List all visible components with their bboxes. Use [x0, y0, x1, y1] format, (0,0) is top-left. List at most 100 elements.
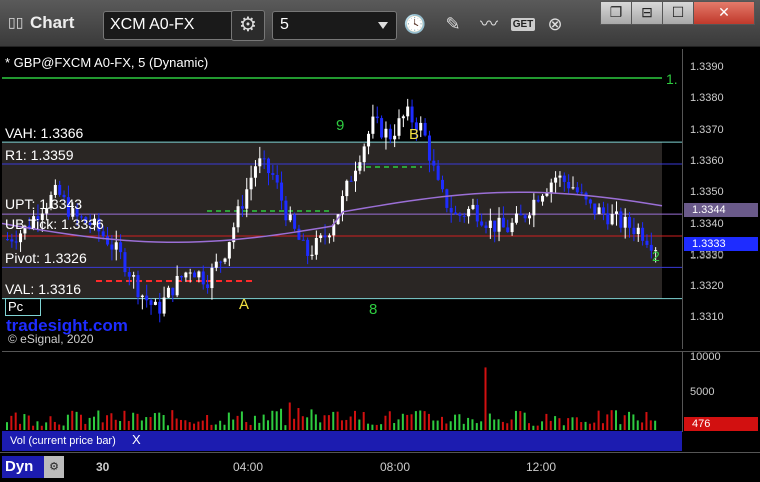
- volume-bar: [206, 415, 209, 430]
- price-chart[interactable]: [1, 49, 682, 349]
- volume-bar: [649, 420, 652, 430]
- candle-body: [162, 297, 166, 314]
- volume-bar: [171, 410, 174, 430]
- candle-body: [597, 207, 601, 215]
- volume-current-tag: 476: [684, 417, 758, 431]
- volume-bar: [27, 415, 30, 430]
- candle-body: [293, 214, 297, 229]
- volume-bar: [336, 411, 339, 430]
- tile-window-icon[interactable]: ⊟: [631, 1, 663, 25]
- candle-body: [319, 235, 323, 239]
- volume-canvas: [6, 367, 657, 430]
- candle-body: [166, 287, 170, 298]
- candle-body: [345, 180, 349, 197]
- candle-body: [619, 211, 623, 228]
- candle-body: [427, 135, 431, 161]
- candle-body: [541, 195, 545, 202]
- candle-body: [484, 225, 488, 228]
- volume-bar: [632, 414, 635, 430]
- pc-badge: Pc: [5, 298, 41, 316]
- volume-bar: [193, 423, 196, 430]
- candle-body: [236, 206, 240, 228]
- volume-bar: [293, 418, 296, 430]
- volume-bar: [145, 417, 148, 430]
- candle-body: [580, 192, 584, 194]
- volume-bar: [423, 411, 426, 430]
- volume-bar: [441, 416, 443, 430]
- volume-bar: [49, 416, 52, 430]
- settings-gear-icon[interactable]: ⚙: [231, 10, 265, 41]
- volume-bar: [484, 367, 487, 430]
- candle-body: [123, 252, 127, 273]
- restore-window-icon[interactable]: ❐: [600, 1, 632, 25]
- candle-body: [445, 189, 449, 208]
- pencil-icon[interactable]: ✎: [438, 10, 468, 39]
- volume-bar: [467, 417, 470, 430]
- volume-bar: [354, 410, 356, 430]
- volume-bar: [388, 411, 391, 430]
- volume-bar: [236, 415, 239, 430]
- time-label: 08:00: [380, 460, 411, 474]
- price-tick: 1.3360: [690, 155, 724, 167]
- volume-bar: [345, 419, 348, 430]
- get-data-icon[interactable]: GET: [508, 10, 538, 39]
- volume-bar: [523, 412, 526, 430]
- volume-bar: [188, 422, 191, 430]
- volume-bar: [480, 421, 483, 430]
- clock-icon[interactable]: 🕓: [400, 10, 430, 39]
- volume-bar: [123, 410, 126, 430]
- candle-body: [480, 221, 484, 226]
- volume-bar: [319, 422, 322, 430]
- volume-bar: [127, 420, 130, 430]
- candle-body: [149, 300, 153, 305]
- volume-bar: [358, 419, 361, 430]
- candle-body: [323, 235, 327, 238]
- close-circle-icon[interactable]: ⊗: [540, 10, 570, 39]
- volume-bar: [419, 410, 422, 430]
- volume-pane[interactable]: [2, 351, 682, 432]
- volume-bar: [414, 411, 417, 430]
- volume-bar: [32, 425, 35, 430]
- study-icon[interactable]: 〰: [474, 10, 504, 39]
- volume-bar: [62, 425, 65, 430]
- volume-bar: [36, 421, 39, 430]
- candle-body: [601, 207, 605, 214]
- volume-bar: [66, 414, 69, 430]
- candle-body: [406, 106, 410, 117]
- price-tick: 1.3380: [690, 92, 724, 104]
- maximize-window-icon[interactable]: ☐: [662, 1, 694, 25]
- volume-bar: [445, 423, 448, 430]
- settings-small-icon[interactable]: ⚙: [44, 456, 64, 478]
- candle-body: [10, 239, 14, 242]
- candle-body: [362, 146, 366, 163]
- volume-bar: [362, 412, 365, 430]
- volume-bar: [454, 414, 457, 430]
- candle-body: [462, 215, 466, 217]
- candle-body: [206, 284, 210, 289]
- volume-bar: [258, 422, 261, 430]
- candle-body: [506, 227, 510, 233]
- candle-body: [549, 182, 553, 193]
- volume-bar: [227, 412, 230, 430]
- volume-bar: [232, 419, 235, 430]
- volume-bar: [384, 415, 387, 430]
- volume-tick: 10000: [690, 351, 721, 363]
- close-window-icon[interactable]: ✕: [693, 1, 755, 25]
- price-tick-faded: 1.3330: [690, 250, 724, 262]
- volume-bar: [619, 424, 622, 430]
- candle-body: [454, 212, 458, 215]
- candle-body: [327, 235, 331, 238]
- interval-select[interactable]: 5: [272, 11, 397, 40]
- volume-bar: [519, 411, 522, 430]
- volume-bar: [114, 419, 117, 430]
- candle-body: [536, 199, 540, 202]
- volume-bar: [253, 415, 256, 430]
- volume-close-icon[interactable]: X: [132, 432, 141, 447]
- level-label-ubtick: UB Tick: 1.3336: [5, 216, 104, 232]
- current-price-tag-last: 1.3333: [684, 237, 758, 251]
- candle-body: [101, 231, 105, 237]
- candle-body: [349, 180, 353, 182]
- candle-body: [210, 267, 214, 289]
- volume-bar: [19, 423, 22, 430]
- level-label-vah: VAH: 1.3366: [5, 125, 84, 141]
